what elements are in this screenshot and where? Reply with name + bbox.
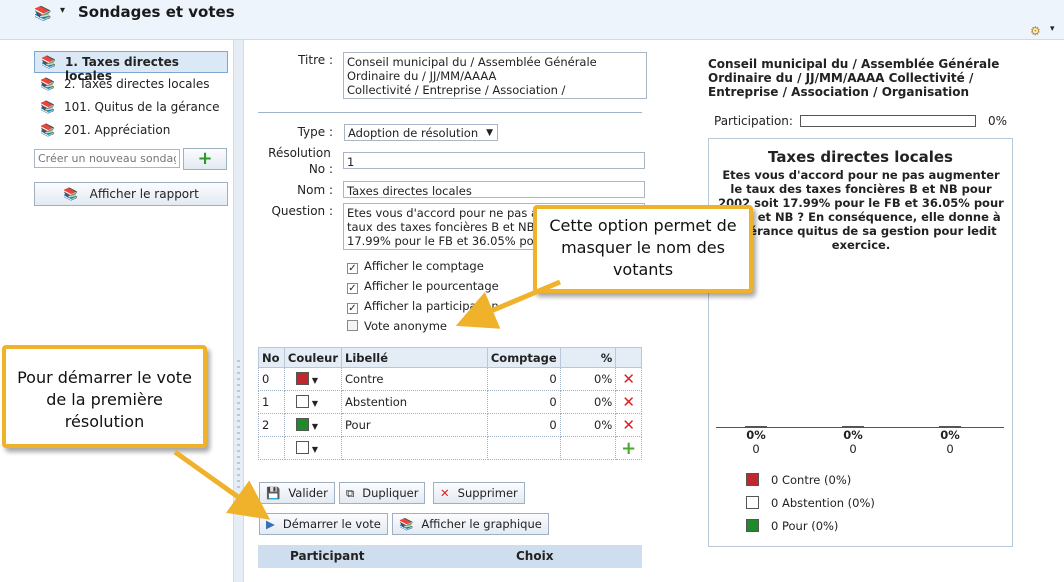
arrow-to-anonymous xyxy=(455,279,561,329)
callout-arrows xyxy=(173,279,561,520)
arrow-to-start xyxy=(173,449,271,520)
